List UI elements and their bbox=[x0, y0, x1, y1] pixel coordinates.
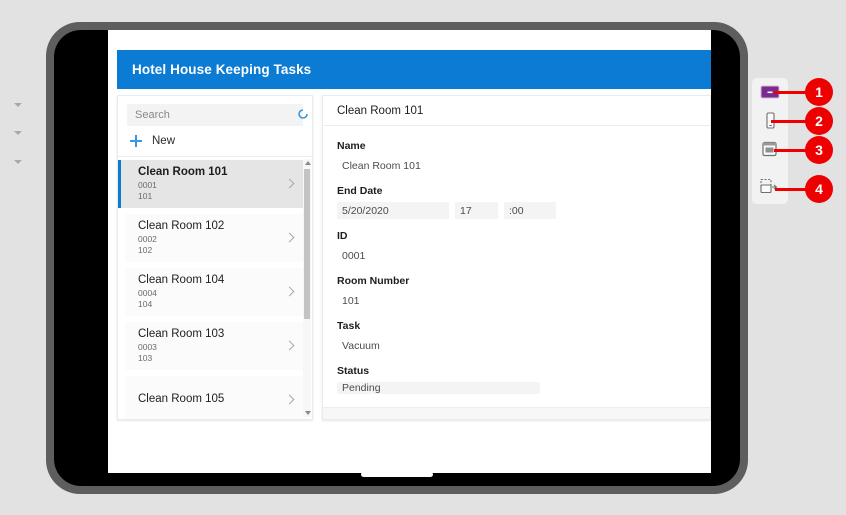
tablet-screen: Hotel House Keeping Tasks Search New Cle… bbox=[54, 30, 740, 486]
callout-badge-3: 3 bbox=[805, 136, 833, 164]
tablet-device-frame: Hotel House Keeping Tasks Search New Cle… bbox=[46, 22, 748, 494]
app-header: Hotel House Keeping Tasks bbox=[117, 50, 711, 89]
page-title: Hotel House Keeping Tasks bbox=[132, 62, 312, 77]
list-item[interactable]: Clean Room 103 0003 103 bbox=[125, 322, 306, 370]
list-item-id: 0004 bbox=[138, 287, 157, 298]
field-label-status: Status bbox=[337, 365, 370, 377]
field-value-name[interactable]: Clean Room 101 bbox=[337, 157, 540, 174]
list-item-room: 101 bbox=[138, 191, 153, 201]
field-end-date: End Date 5/20/2020 17 :00 bbox=[337, 185, 710, 219]
chevron-right-icon bbox=[286, 233, 292, 243]
new-item-label: New bbox=[152, 135, 176, 147]
home-indicator bbox=[361, 472, 433, 477]
chevron-down-icon[interactable] bbox=[14, 103, 22, 107]
app-viewport: Hotel House Keeping Tasks Search New Cle… bbox=[108, 30, 711, 473]
field-value-task[interactable]: Vacuum bbox=[337, 337, 540, 354]
end-hour-input[interactable]: 17 bbox=[455, 202, 498, 219]
custom-size-icon[interactable] bbox=[757, 178, 781, 196]
leader-line-1 bbox=[774, 91, 808, 94]
field-room-number: Room Number 101 bbox=[337, 275, 710, 309]
list-item[interactable]: Clean Room 101 0001 101 bbox=[118, 160, 306, 208]
leader-line-2 bbox=[771, 120, 808, 123]
task-list-scroll-area: Clean Room 101 0001 101 Clean Room 102 0… bbox=[118, 157, 312, 419]
list-item-id: 0003 bbox=[138, 341, 157, 352]
list-item-title: Clean Room 103 bbox=[138, 327, 225, 340]
detail-title: Clean Room 101 bbox=[323, 96, 710, 126]
field-label-id: ID bbox=[337, 230, 348, 242]
list-item-title: Clean Room 101 bbox=[138, 165, 228, 178]
leader-line-4 bbox=[775, 188, 808, 191]
list-item-title: Clean Room 102 bbox=[138, 219, 225, 232]
list-item[interactable]: Clean Room 104 0004 104 bbox=[125, 268, 306, 316]
field-task: Task Vacuum bbox=[337, 320, 710, 354]
list-item-id: 0002 bbox=[138, 233, 157, 244]
end-minute-input[interactable]: :00 bbox=[504, 202, 556, 219]
field-label-name: Name bbox=[337, 140, 366, 152]
callout-badge-1: 1 bbox=[805, 78, 833, 106]
detail-footer bbox=[323, 407, 710, 419]
app-content: Search New Clean Room 101 0001 101 Clean… bbox=[117, 95, 711, 420]
list-item-id: 0001 bbox=[138, 179, 157, 190]
callout-badge-4: 4 bbox=[805, 175, 833, 203]
list-item[interactable]: Clean Room 105 bbox=[125, 376, 306, 419]
list-item[interactable]: Clean Room 102 0002 102 bbox=[125, 214, 306, 262]
field-id: ID 0001 bbox=[337, 230, 710, 264]
field-label-room-number: Room Number bbox=[337, 275, 410, 287]
field-name: Name Clean Room 101 bbox=[337, 140, 710, 174]
end-date-input[interactable]: 5/20/2020 bbox=[337, 202, 449, 219]
task-detail-panel: Clean Room 101 Name Clean Room 101 End D… bbox=[322, 95, 711, 420]
field-label-end-date: End Date bbox=[337, 185, 383, 197]
search-row: Search bbox=[118, 96, 312, 126]
chevron-right-icon bbox=[286, 179, 292, 189]
field-value-id[interactable]: 0001 bbox=[337, 247, 540, 264]
chevron-right-icon bbox=[286, 287, 292, 297]
field-label-task: Task bbox=[337, 320, 361, 332]
detail-form: Name Clean Room 101 End Date 5/20/2020 1… bbox=[323, 126, 710, 407]
chevron-right-icon bbox=[286, 395, 292, 405]
leader-line-3 bbox=[774, 149, 808, 152]
list-scrollbar[interactable] bbox=[303, 159, 311, 417]
list-item-room: 102 bbox=[138, 245, 153, 255]
list-item-title: Clean Room 104 bbox=[138, 273, 225, 286]
end-date-inputs: 5/20/2020 17 :00 bbox=[337, 202, 710, 219]
chevron-down-icon[interactable] bbox=[14, 131, 22, 135]
list-item-room: 103 bbox=[138, 353, 153, 363]
search-input[interactable]: Search bbox=[127, 104, 303, 126]
task-list-panel: Search New Clean Room 101 0001 101 Clean… bbox=[117, 95, 313, 420]
new-item-button[interactable]: New bbox=[118, 126, 312, 157]
refresh-icon[interactable] bbox=[296, 107, 310, 121]
list-item-room: 104 bbox=[138, 299, 153, 309]
chevron-right-icon bbox=[286, 341, 292, 351]
callout-badge-2: 2 bbox=[805, 107, 833, 135]
plus-icon bbox=[130, 135, 142, 147]
list-item-title: Clean Room 105 bbox=[138, 393, 225, 405]
field-value-status[interactable]: Pending bbox=[337, 382, 540, 394]
scroll-up-arrow-icon[interactable] bbox=[304, 161, 311, 165]
field-value-room-number[interactable]: 101 bbox=[337, 292, 540, 309]
chevron-down-icon[interactable] bbox=[14, 160, 22, 164]
scrollbar-thumb[interactable] bbox=[304, 169, 310, 319]
field-status: Status Pending bbox=[337, 365, 710, 394]
scroll-down-arrow-icon[interactable] bbox=[304, 411, 311, 415]
search-placeholder: Search bbox=[135, 109, 170, 121]
